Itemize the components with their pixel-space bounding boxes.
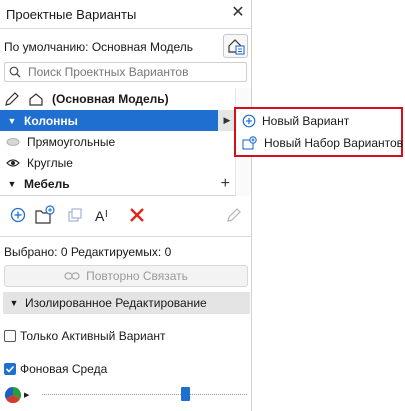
menu-item-label: Новый Вариант bbox=[262, 114, 350, 128]
color-picker-button[interactable]: ▶ bbox=[4, 386, 30, 404]
add-circle-icon bbox=[10, 207, 26, 223]
relink-label: Повторно Связать bbox=[86, 269, 188, 283]
new-option-popup-menu: Новый Вариант Новый Набор Вариантов bbox=[234, 107, 403, 157]
duplicate-button[interactable] bbox=[64, 205, 86, 225]
tree-set-row[interactable]: ▼ Колонны ▶ bbox=[0, 110, 236, 131]
tree-set-label: Колонны bbox=[24, 113, 78, 128]
only-active-checkbox[interactable] bbox=[4, 330, 16, 342]
tree-option-row[interactable]: Круглые bbox=[0, 152, 236, 173]
svg-text:A: A bbox=[95, 208, 105, 223]
eye-icon bbox=[6, 158, 20, 167]
add-circle-icon bbox=[242, 114, 256, 128]
edit-button[interactable] bbox=[223, 205, 245, 225]
duplicate-icon bbox=[68, 208, 82, 222]
search-field[interactable] bbox=[4, 62, 247, 82]
menu-item-new-set[interactable]: Новый Набор Вариантов bbox=[242, 136, 403, 150]
menu-item-new-option[interactable]: Новый Вариант bbox=[242, 114, 349, 128]
set-default-button[interactable] bbox=[223, 34, 248, 58]
checkmark-icon bbox=[5, 365, 15, 373]
tree-set-row[interactable]: ▼ Мебель + bbox=[0, 173, 236, 194]
divider bbox=[0, 28, 252, 29]
house-settings-icon bbox=[227, 39, 245, 55]
ellipse-icon bbox=[6, 137, 20, 146]
delete-button[interactable] bbox=[126, 205, 148, 225]
new-option-button[interactable] bbox=[7, 205, 29, 225]
search-icon bbox=[9, 66, 21, 78]
relink-button[interactable]: Повторно Связать bbox=[4, 265, 248, 287]
tree-set-label: Мебель bbox=[24, 176, 70, 191]
tree-option-row[interactable]: Прямоугольные bbox=[0, 131, 236, 152]
color-wheel-icon bbox=[4, 386, 22, 404]
background-option[interactable]: Фоновая Среда bbox=[4, 362, 107, 376]
background-label: Фоновая Среда bbox=[20, 362, 108, 376]
options-tree: ▼ Колонны ▶ Прямоугольные Круглые ▼ Мебе… bbox=[0, 88, 236, 196]
caret-down-icon[interactable]: ▼ bbox=[0, 179, 24, 189]
plus-icon[interactable]: + bbox=[221, 175, 230, 193]
tree-option-label: Круглые bbox=[27, 155, 73, 170]
menu-item-label: Новый Набор Вариантов bbox=[264, 136, 404, 150]
design-options-panel: Проектные Варианты ✕ По умолчанию: Основ… bbox=[0, 0, 252, 411]
folder-add-icon bbox=[242, 136, 257, 150]
tree-option-label: Прямоугольные bbox=[27, 134, 116, 149]
svg-text:I: I bbox=[105, 209, 108, 220]
panel-title: Проектные Варианты bbox=[6, 7, 137, 22]
opacity-slider-track[interactable] bbox=[42, 394, 247, 395]
caret-down-icon: ▼ bbox=[9, 298, 19, 308]
only-active-option[interactable]: Только Активный Вариант bbox=[4, 329, 166, 343]
close-icon[interactable]: ✕ bbox=[229, 4, 247, 22]
only-active-label: Только Активный Вариант bbox=[20, 329, 166, 343]
caret-down-icon[interactable]: ▼ bbox=[0, 116, 24, 126]
isolated-edit-label: Изолированное Редактирование bbox=[25, 296, 207, 310]
link-icon bbox=[64, 272, 80, 280]
divider bbox=[0, 236, 252, 237]
folder-add-icon bbox=[35, 205, 55, 224]
opacity-slider-thumb[interactable] bbox=[181, 387, 190, 401]
background-checkbox[interactable] bbox=[4, 363, 16, 375]
new-set-button[interactable] bbox=[34, 205, 56, 225]
isolated-edit-header[interactable]: ▼ Изолированное Редактирование bbox=[3, 292, 250, 314]
delete-x-icon bbox=[130, 208, 144, 222]
search-input[interactable] bbox=[26, 64, 236, 80]
default-model-label: По умолчанию: Основная Модель bbox=[4, 40, 194, 54]
pencil-icon bbox=[227, 208, 241, 222]
rename-button[interactable]: A I bbox=[94, 205, 116, 225]
rename-icon: A I bbox=[95, 208, 108, 223]
caret-right-icon: ▶ bbox=[24, 392, 30, 399]
selection-status: Выбрано: 0 Редактируемых: 0 bbox=[4, 245, 172, 259]
